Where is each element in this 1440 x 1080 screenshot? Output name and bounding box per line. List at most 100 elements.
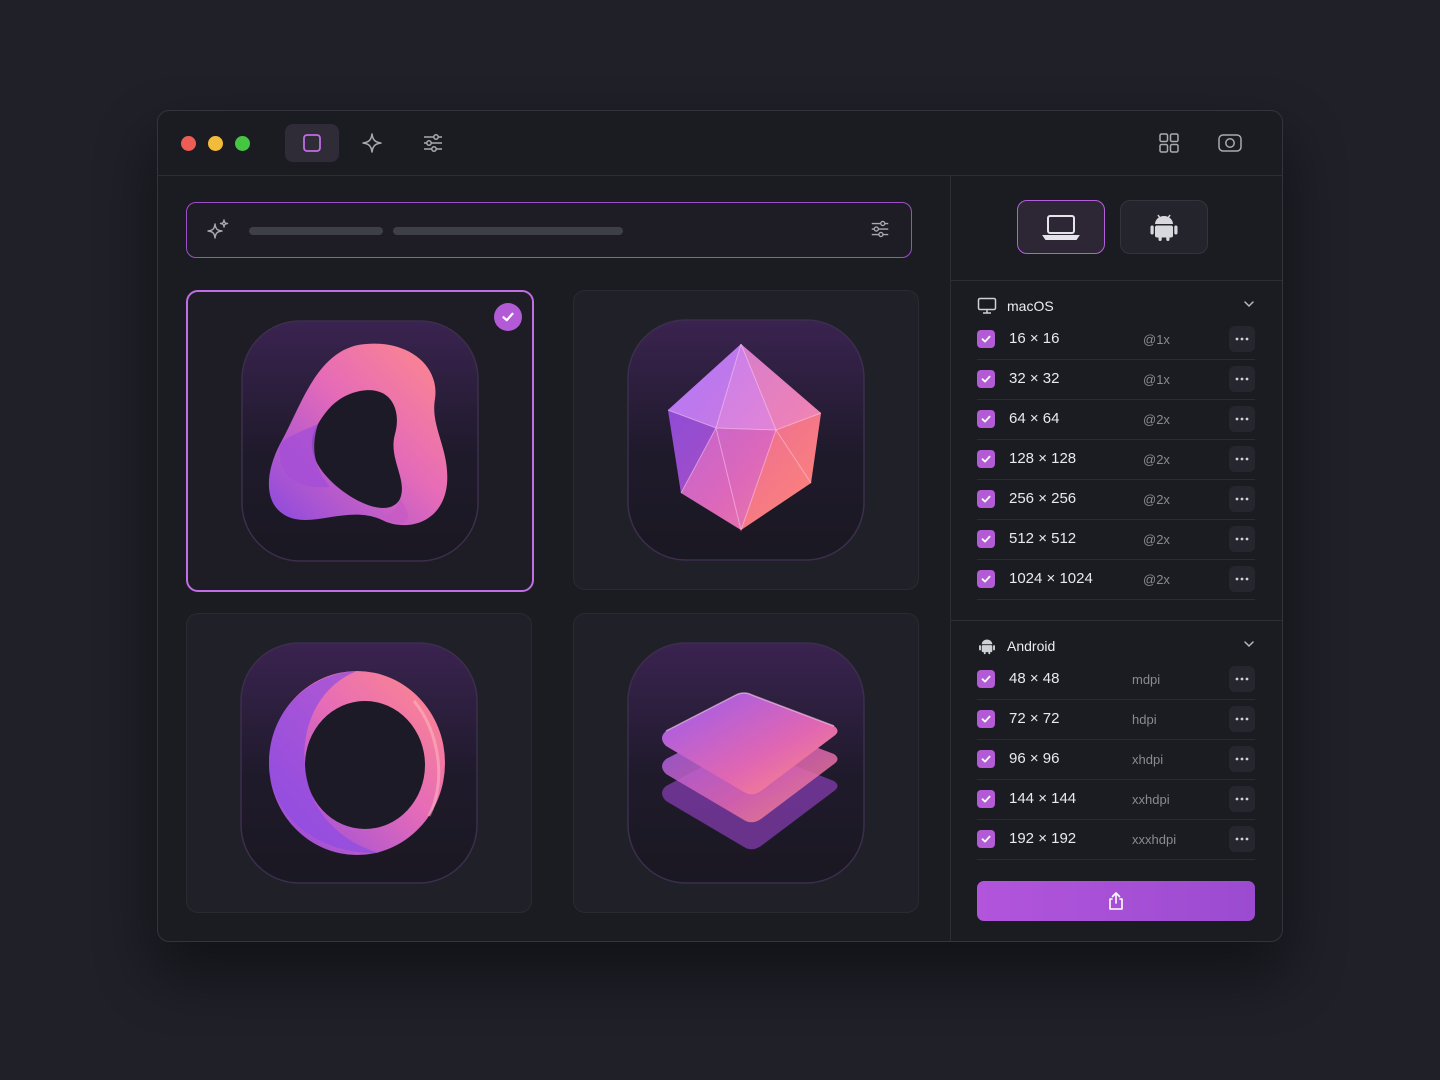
tab-canvas[interactable] bbox=[285, 124, 339, 162]
size-row: 96 × 96 xhdpi bbox=[977, 739, 1255, 780]
zoom-window-button[interactable] bbox=[235, 136, 250, 151]
icon-card-layers[interactable] bbox=[573, 613, 919, 913]
size-row: 144 × 144 xxhdpi bbox=[977, 779, 1255, 820]
tab-platform-desktop[interactable] bbox=[1017, 200, 1105, 254]
scale-label: @2x bbox=[1143, 532, 1170, 547]
ellipsis-icon bbox=[1235, 417, 1249, 421]
scale-label: xxxhdpi bbox=[1132, 832, 1177, 847]
size-label: 72 × 72 bbox=[1009, 710, 1060, 727]
layers-app-icon bbox=[627, 642, 865, 884]
monitor-icon bbox=[977, 297, 999, 315]
more-options-button[interactable] bbox=[1229, 566, 1255, 592]
sparkles-icon bbox=[207, 219, 229, 239]
chevron-down-icon bbox=[1242, 297, 1256, 316]
scale-label: @1x bbox=[1143, 332, 1170, 347]
include-checkbox[interactable] bbox=[977, 330, 995, 348]
ellipsis-icon bbox=[1235, 457, 1249, 461]
size-label: 512 × 512 bbox=[1009, 530, 1077, 547]
size-label: 96 × 96 bbox=[1009, 750, 1060, 767]
gem-app-icon bbox=[627, 319, 865, 561]
icon-card-ribbon[interactable] bbox=[186, 290, 534, 592]
prompt-placeholder-bar bbox=[249, 227, 383, 235]
sliders-icon bbox=[424, 134, 442, 152]
ribbon-app-icon bbox=[241, 320, 479, 562]
size-row: 48 × 48 mdpi bbox=[977, 659, 1255, 700]
size-label: 48 × 48 bbox=[1009, 670, 1060, 687]
size-row: 32 × 32 @1x bbox=[977, 359, 1255, 400]
ellipsis-icon bbox=[1235, 337, 1249, 341]
include-checkbox[interactable] bbox=[977, 710, 995, 728]
divider bbox=[951, 620, 1282, 621]
grid-view-button[interactable] bbox=[1142, 124, 1196, 162]
prompt-placeholder-bar bbox=[393, 227, 623, 235]
size-row: 128 × 128 @2x bbox=[977, 439, 1255, 480]
more-options-button[interactable] bbox=[1229, 446, 1255, 472]
include-checkbox[interactable] bbox=[977, 370, 995, 388]
tab-generate[interactable] bbox=[345, 124, 399, 162]
ellipsis-icon bbox=[1235, 537, 1249, 541]
ellipsis-icon bbox=[1235, 717, 1249, 721]
macos-section-header[interactable]: macOS bbox=[977, 291, 1256, 321]
export-button[interactable] bbox=[977, 881, 1255, 921]
size-label: 144 × 144 bbox=[1009, 790, 1077, 807]
export-sidebar: macOS 16 × 16 @1x 32 × 32 @1x 64 × 64 @2x 128 … bbox=[950, 176, 1282, 941]
more-options-button[interactable] bbox=[1229, 366, 1255, 392]
include-checkbox[interactable] bbox=[977, 670, 995, 688]
scale-label: @2x bbox=[1143, 412, 1170, 427]
icon-card-gem[interactable] bbox=[573, 290, 919, 590]
sparkle-icon bbox=[362, 133, 382, 153]
include-checkbox[interactable] bbox=[977, 750, 995, 768]
size-label: 128 × 128 bbox=[1009, 450, 1077, 467]
close-window-button[interactable] bbox=[181, 136, 196, 151]
minimize-window-button[interactable] bbox=[208, 136, 223, 151]
more-options-button[interactable] bbox=[1229, 786, 1255, 812]
size-row: 192 × 192 xxxhdpi bbox=[977, 819, 1255, 860]
scale-label: @2x bbox=[1143, 452, 1170, 467]
more-options-button[interactable] bbox=[1229, 486, 1255, 512]
include-checkbox[interactable] bbox=[977, 570, 995, 588]
size-label: 256 × 256 bbox=[1009, 490, 1077, 507]
more-options-button[interactable] bbox=[1229, 826, 1255, 852]
more-options-button[interactable] bbox=[1229, 706, 1255, 732]
include-checkbox[interactable] bbox=[977, 490, 995, 508]
size-row: 512 × 512 @2x bbox=[977, 519, 1255, 560]
camera-icon bbox=[1218, 134, 1242, 152]
prompt-input[interactable] bbox=[186, 202, 912, 258]
size-label: 32 × 32 bbox=[1009, 370, 1060, 387]
tab-platform-android[interactable] bbox=[1120, 200, 1208, 254]
ellipsis-icon bbox=[1235, 377, 1249, 381]
icon-card-ring[interactable] bbox=[186, 613, 532, 913]
more-options-button[interactable] bbox=[1229, 526, 1255, 552]
size-row: 1024 × 1024 @2x bbox=[977, 559, 1255, 600]
include-checkbox[interactable] bbox=[977, 410, 995, 428]
include-checkbox[interactable] bbox=[977, 790, 995, 808]
sliders-icon[interactable] bbox=[869, 218, 891, 240]
include-checkbox[interactable] bbox=[977, 830, 995, 848]
size-row: 72 × 72 hdpi bbox=[977, 699, 1255, 740]
snapshot-button[interactable] bbox=[1203, 124, 1257, 162]
title-bar bbox=[158, 111, 1282, 176]
size-label: 192 × 192 bbox=[1009, 830, 1077, 847]
share-icon bbox=[1109, 892, 1123, 910]
more-options-button[interactable] bbox=[1229, 406, 1255, 432]
android-icon bbox=[1150, 214, 1178, 241]
section-title: macOS bbox=[1007, 298, 1054, 314]
size-label: 1024 × 1024 bbox=[1009, 570, 1093, 587]
include-checkbox[interactable] bbox=[977, 530, 995, 548]
scale-label: @2x bbox=[1143, 572, 1170, 587]
more-options-button[interactable] bbox=[1229, 326, 1255, 352]
main-panel bbox=[158, 176, 950, 941]
section-title: Android bbox=[1007, 638, 1056, 654]
scale-label: mdpi bbox=[1132, 672, 1161, 687]
tab-adjust[interactable] bbox=[406, 124, 460, 162]
scale-label: hdpi bbox=[1132, 712, 1157, 727]
ellipsis-icon bbox=[1235, 677, 1249, 681]
more-options-button[interactable] bbox=[1229, 746, 1255, 772]
grid-icon bbox=[1159, 133, 1179, 153]
app-window: macOS 16 × 16 @1x 32 × 32 @1x 64 × 64 @2x 128 … bbox=[157, 110, 1283, 942]
size-row: 16 × 16 @1x bbox=[977, 319, 1255, 360]
more-options-button[interactable] bbox=[1229, 666, 1255, 692]
include-checkbox[interactable] bbox=[977, 450, 995, 468]
size-label: 16 × 16 bbox=[1009, 330, 1060, 347]
android-section-header[interactable]: Android bbox=[977, 631, 1256, 661]
